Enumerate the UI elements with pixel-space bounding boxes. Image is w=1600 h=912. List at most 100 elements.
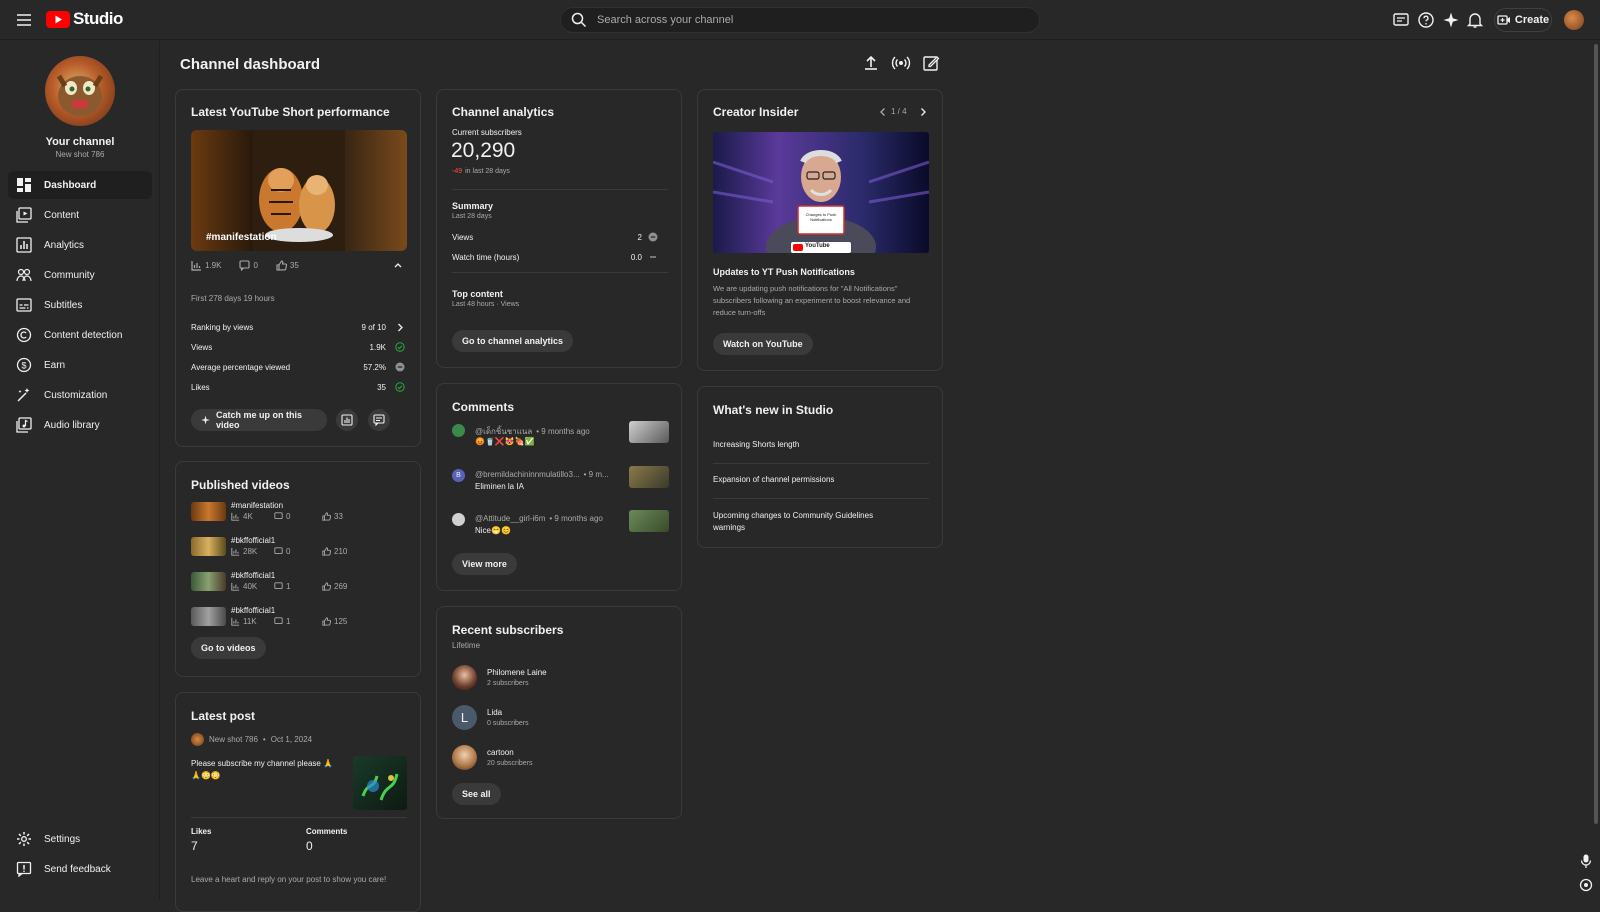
sidebar-item-settings[interactable]: Settings <box>8 825 152 853</box>
post-author-avatar <box>191 733 204 746</box>
comment-video-thumbnail[interactable] <box>629 421 669 443</box>
chevron-left-icon[interactable] <box>878 107 888 117</box>
sidebar-item-content-detection[interactable]: Content detection <box>8 321 152 349</box>
views-stat: 40K <box>231 582 274 591</box>
see-all-button[interactable]: See all <box>452 783 501 805</box>
subscriber-avatar[interactable] <box>452 745 477 770</box>
menu-icon[interactable] <box>14 10 34 30</box>
subscriber-name[interactable]: Lida <box>487 708 502 717</box>
comment-item[interactable]: B @bremildachininnmulatillo3... • 9 m... … <box>452 466 669 499</box>
video-row[interactable]: #bkffofficial1 28K 0 210 <box>191 536 407 557</box>
studio-logo[interactable]: Studio <box>46 9 123 29</box>
chevron-up-icon[interactable] <box>393 260 403 270</box>
bar-chart-icon <box>231 547 240 556</box>
view-more-button[interactable]: View more <box>452 553 517 575</box>
comment-item[interactable]: @เด็กชิ้นชาแนล • 9 months ago 😡🥤❌😻🍖✅ <box>452 421 669 454</box>
post-text[interactable]: Please subscribe my channel please 🙏 🙏😳😳 <box>191 758 341 782</box>
sidebar-item-community[interactable]: Community <box>8 261 152 289</box>
change-suffix: in last 28 days <box>465 168 510 175</box>
video-title[interactable]: #manifestation <box>231 501 283 510</box>
feedback-messages-icon[interactable] <box>1392 11 1410 29</box>
comment-video-thumbnail[interactable] <box>629 466 669 488</box>
video-thumbnail[interactable] <box>191 502 226 521</box>
subscriber-name[interactable]: Philomene Laine <box>487 668 547 677</box>
video-title[interactable]: #bkffofficial1 <box>231 571 275 580</box>
help-icon[interactable] <box>1417 11 1435 29</box>
subscriber-count: 20 subscribers <box>487 760 533 767</box>
comment-video-thumbnail[interactable] <box>629 510 669 532</box>
comments-stat: 1 <box>274 617 322 626</box>
sidebar-item-content[interactable]: Content <box>8 201 152 229</box>
create-post-icon[interactable] <box>921 53 941 73</box>
search-icon <box>571 12 587 28</box>
search-input[interactable] <box>597 14 997 26</box>
subscriber-item[interactable]: cartoon 20 subscribers <box>452 745 668 771</box>
whats-new-item[interactable]: Expansion of channel permissions <box>713 475 913 484</box>
video-stats: 40K 1 269 <box>231 582 347 591</box>
whats-new-item[interactable]: Upcoming changes to Community Guidelines… <box>713 510 888 534</box>
sidebar-item-audio-library[interactable]: Audio library <box>8 411 152 439</box>
chevron-right-icon[interactable] <box>396 323 404 332</box>
sidebar-item-analytics[interactable]: Analytics <box>8 231 152 259</box>
subscriber-item[interactable]: Philomene Laine 2 subscribers <box>452 665 668 691</box>
commenter-avatar[interactable] <box>452 424 465 437</box>
commenter-avatar[interactable] <box>452 513 465 526</box>
comments-stat: 1 <box>274 582 322 591</box>
go-live-icon[interactable] <box>891 53 911 73</box>
sidebar-item-subtitles[interactable]: Subtitles <box>8 291 152 319</box>
short-thumbnail[interactable]: #manifestation <box>191 130 407 251</box>
card-title: Published videos <box>191 478 290 492</box>
commenter-avatar[interactable]: B <box>452 469 465 482</box>
sidebar: Your channel New shot 786 Dashboard Cont… <box>0 41 160 900</box>
comments-value: 0 <box>286 547 291 556</box>
sidebar-item-label: Community <box>44 269 95 281</box>
sidebar-item-customization[interactable]: Customization <box>8 381 152 409</box>
sidebar-item-label: Dashboard <box>44 179 97 191</box>
video-row[interactable]: #bkffofficial1 40K 1 269 <box>191 571 407 592</box>
search-bar[interactable] <box>560 7 1040 33</box>
page-scrollbar[interactable] <box>1594 44 1598 824</box>
subscriber-avatar[interactable]: L <box>452 705 477 730</box>
channel-analytics-card: Channel analytics Current subscribers 20… <box>436 89 682 368</box>
analytics-button[interactable] <box>336 409 358 431</box>
sparkle-icon <box>201 415 211 425</box>
catch-up-button[interactable]: Catch me up on this video <box>191 409 327 431</box>
subscriber-name[interactable]: cartoon <box>487 748 514 757</box>
video-row[interactable]: #bkffofficial1 11K 1 125 <box>191 606 407 627</box>
comment-item[interactable]: @Attitude__girl-i6m • 9 months ago Nice😁😊 <box>452 510 669 543</box>
channel-name[interactable]: Your channel <box>0 136 160 148</box>
notifications-bell-icon[interactable] <box>1466 11 1484 29</box>
video-title[interactable]: #bkffofficial1 <box>231 536 275 545</box>
whats-new-item[interactable]: Increasing Shorts length <box>713 440 913 449</box>
video-thumbnail[interactable] <box>191 607 226 626</box>
microphone-icon[interactable] <box>1578 853 1594 869</box>
comment-author[interactable]: @Attitude__girl-i6m <box>475 514 545 523</box>
channel-avatar[interactable] <box>45 56 115 126</box>
video-thumbnail[interactable] <box>191 537 226 556</box>
go-to-analytics-button[interactable]: Go to channel analytics <box>452 330 574 352</box>
sparkle-icon[interactable] <box>1442 11 1460 29</box>
comments-button[interactable] <box>368 409 390 431</box>
creator-insider-thumbnail[interactable]: Changes to Push Notifications YouTube <box>713 132 929 253</box>
video-row[interactable]: #manifestation 4K 0 33 <box>191 501 407 522</box>
account-avatar[interactable] <box>1564 10 1584 30</box>
location-target-icon[interactable] <box>1578 877 1594 893</box>
post-image[interactable] <box>353 756 407 810</box>
subscriber-avatar[interactable] <box>452 665 477 690</box>
upload-icon[interactable] <box>861 53 881 73</box>
summary-value: 2 <box>637 233 642 242</box>
subscriber-item[interactable]: L Lida 0 subscribers <box>452 705 668 731</box>
insider-video-title[interactable]: Updates to YT Push Notifications <box>713 267 855 277</box>
sidebar-item-dashboard[interactable]: Dashboard <box>8 171 152 199</box>
card-title: Recent subscribers <box>452 623 564 637</box>
comment-author[interactable]: @bremildachininnmulatillo3... <box>475 470 580 479</box>
video-title[interactable]: #bkffofficial1 <box>231 606 275 615</box>
go-to-videos-button[interactable]: Go to videos <box>191 637 266 659</box>
watch-on-youtube-button[interactable]: Watch on YouTube <box>713 333 813 355</box>
sidebar-item-earn[interactable]: $ Earn <box>8 351 152 379</box>
create-button[interactable]: Create <box>1494 8 1552 32</box>
sidebar-item-send-feedback[interactable]: Send feedback <box>8 855 152 883</box>
chevron-right-icon[interactable] <box>918 107 928 117</box>
video-thumbnail[interactable] <box>191 572 226 591</box>
check-circle-icon <box>395 382 405 392</box>
